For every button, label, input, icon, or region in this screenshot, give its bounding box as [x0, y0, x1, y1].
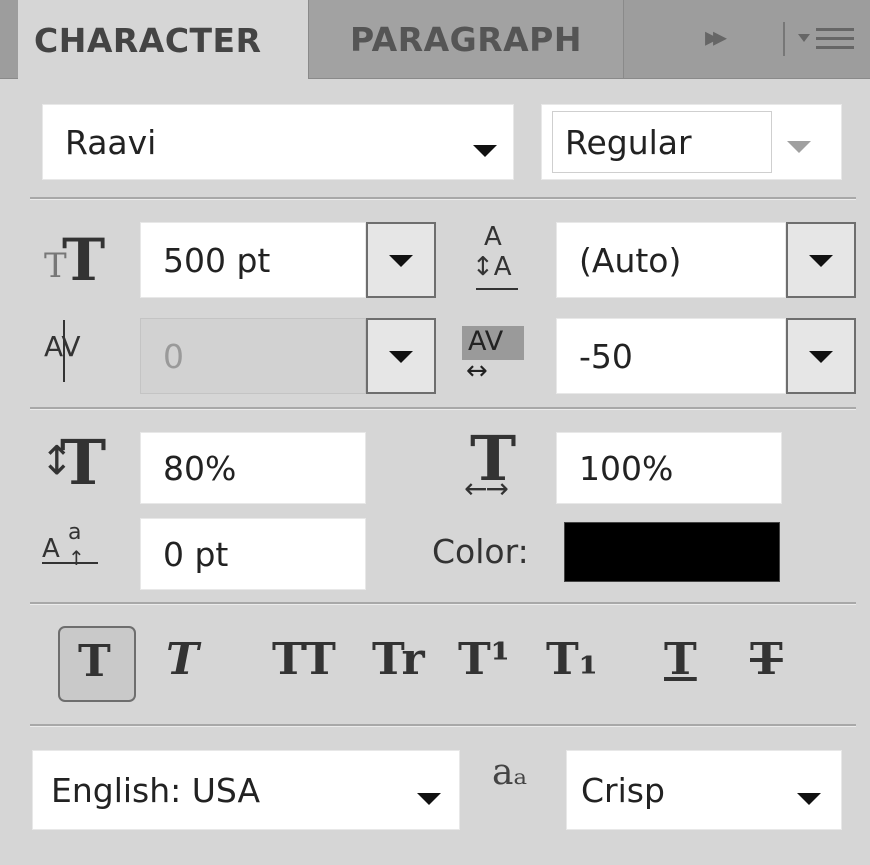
chevron-down-icon: [473, 145, 497, 157]
tab-paragraph-label: PARAGRAPH: [350, 19, 582, 59]
tab-bar: CHARACTER PARAGRAPH ▸▸: [0, 0, 870, 80]
panel-menu-icon[interactable]: [798, 24, 860, 56]
font-family-select[interactable]: Raavi: [42, 104, 514, 180]
leading-value: (Auto): [579, 240, 682, 280]
chevron-down-icon: [797, 793, 821, 805]
faux-italic-button[interactable]: T: [166, 634, 199, 685]
fast-forward-icon[interactable]: ▸▸: [705, 20, 727, 53]
vertical-scale-input[interactable]: 80%: [140, 432, 366, 504]
font-family-value: Raavi: [65, 122, 157, 162]
horizontal-scale-icon: T ←→: [464, 422, 517, 505]
chevron-down-icon: [809, 255, 833, 267]
kerning-dropdown[interactable]: [366, 318, 436, 394]
tab-paragraph[interactable]: PARAGRAPH: [308, 0, 624, 78]
tracking-input[interactable]: -50: [556, 318, 786, 394]
font-size-icon: T T: [44, 226, 106, 294]
antialias-icon: aₐ: [492, 752, 528, 793]
all-caps-button[interactable]: TT: [272, 634, 336, 685]
color-label: Color:: [432, 532, 529, 571]
tab-character[interactable]: CHARACTER: [18, 0, 308, 80]
baseline-shift-input[interactable]: 0 pt: [140, 518, 366, 590]
faux-bold-button[interactable]: T: [58, 626, 136, 702]
color-swatch[interactable]: [564, 522, 780, 582]
antialias-select[interactable]: Crisp: [566, 750, 842, 830]
baseline-shift-icon: A a ↑: [42, 518, 112, 590]
chevron-down-icon: [389, 351, 413, 363]
font-size-input[interactable]: 500 pt: [140, 222, 366, 298]
language-select[interactable]: English: USA: [32, 750, 460, 830]
kerning-icon: AV: [40, 318, 100, 388]
font-style-select[interactable]: Regular: [541, 104, 842, 180]
kerning-value: 0: [163, 336, 184, 376]
strikethrough-button[interactable]: T: [750, 634, 783, 685]
tracking-value: -50: [579, 336, 633, 376]
faux-bold-label: T: [78, 636, 111, 687]
chevron-down-icon: [787, 141, 811, 153]
vertical-scale-value: 80%: [163, 448, 237, 488]
underline-button[interactable]: T: [664, 634, 697, 685]
leading-dropdown[interactable]: [786, 222, 856, 298]
font-size-value: 500 pt: [163, 240, 271, 280]
font-size-dropdown[interactable]: [366, 222, 436, 298]
leading-input[interactable]: (Auto): [556, 222, 786, 298]
subscript-button[interactable]: T₁: [546, 634, 598, 685]
divider: [30, 407, 856, 410]
horizontal-scale-value: 100%: [579, 448, 674, 488]
antialias-value: Crisp: [581, 770, 665, 810]
chevron-down-icon: [389, 255, 413, 267]
tab-separator: [783, 22, 785, 56]
superscript-button[interactable]: T¹: [458, 634, 510, 685]
tab-character-label: CHARACTER: [34, 20, 262, 60]
font-style-value: Regular: [565, 122, 692, 162]
horizontal-scale-input[interactable]: 100%: [556, 432, 782, 504]
divider: [30, 602, 856, 605]
language-value: English: USA: [51, 770, 261, 810]
tracking-icon: AV ↔: [462, 326, 528, 388]
chevron-down-icon: [809, 351, 833, 363]
baseline-shift-value: 0 pt: [163, 534, 229, 574]
kerning-input[interactable]: 0: [140, 318, 366, 394]
leading-icon: A ↕A: [470, 222, 530, 298]
small-caps-button[interactable]: Tr: [372, 634, 425, 685]
vertical-scale-icon: ↕ T: [40, 426, 107, 499]
tracking-dropdown[interactable]: [786, 318, 856, 394]
divider: [30, 197, 856, 200]
character-panel: CHARACTER PARAGRAPH ▸▸ Raavi Regular T T…: [0, 0, 870, 865]
divider: [30, 724, 856, 727]
chevron-down-icon: [417, 793, 441, 805]
